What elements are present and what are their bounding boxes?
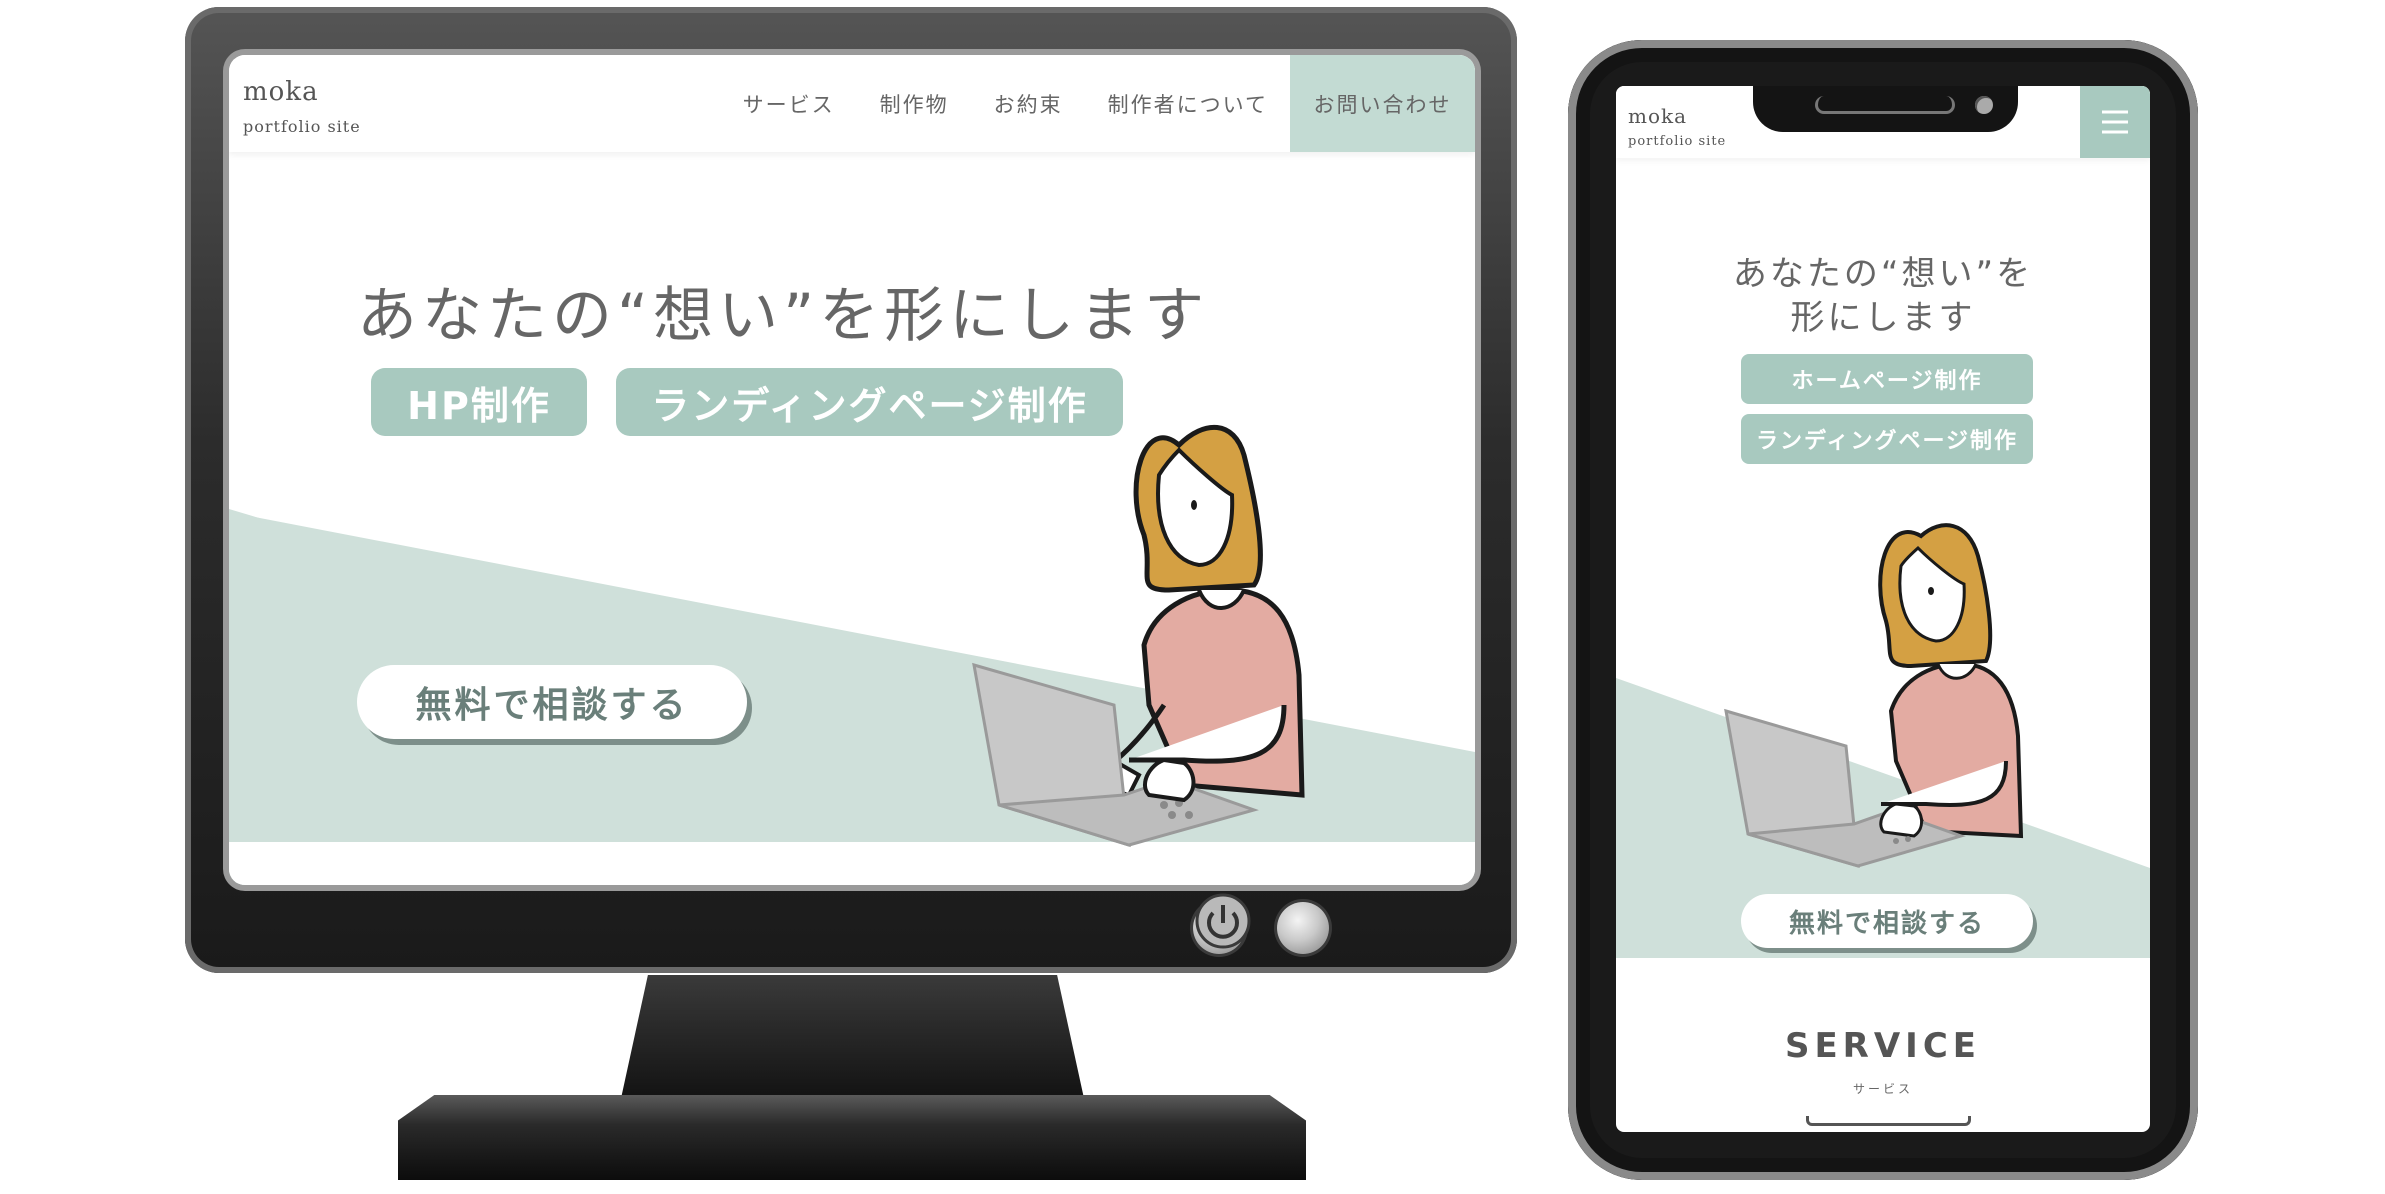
tag-hp: HP制作: [371, 368, 587, 436]
mobile-logo-subtitle: portfolio site: [1628, 134, 1727, 149]
desktop-logo-subtitle: portfolio site: [243, 117, 361, 136]
mobile-woman-laptop-illustration: [1724, 523, 2024, 869]
monitor-stand-neck: [620, 975, 1085, 1103]
nav-item-service[interactable]: サービス: [743, 89, 835, 119]
phone-camera: [1975, 96, 1993, 114]
nav-contact-button[interactable]: お問い合わせ: [1290, 55, 1475, 152]
mobile-headline-line1: あなたの“想い”を: [1732, 254, 2034, 294]
nav-item-about[interactable]: 制作者について: [1108, 89, 1268, 119]
monitor-button-2[interactable]: [1277, 902, 1329, 954]
mobile-section-underline: [1806, 1116, 1971, 1126]
desktop-header: moka portfolio site サービス 制作物 お約束 制作者について…: [229, 55, 1475, 152]
mobile-section-title: SERVICE: [1784, 1026, 1982, 1066]
mobile-section-subtitle: サービス: [1852, 1082, 1913, 1096]
mobile-headline-line2: 形にします: [1790, 298, 1976, 338]
mobile-cta-button[interactable]: 無料で相談する: [1741, 894, 2033, 948]
desktop-logo[interactable]: moka: [243, 77, 319, 107]
mobile-phone: moka portfolio site あなたの“想い”を 形にします ホームペ…: [1568, 40, 2198, 1180]
mobile-tag-landing-page: ランディングページ制作: [1741, 414, 2033, 464]
phone-speaker: [1815, 96, 1955, 114]
mobile-logo[interactable]: moka: [1628, 104, 1687, 128]
mobile-screen: moka portfolio site あなたの“想い”を 形にします ホームペ…: [1616, 86, 2150, 1132]
monitor-stand-base: [398, 1095, 1306, 1180]
power-icon[interactable]: [1195, 893, 1251, 949]
desktop-monitor: moka portfolio site サービス 制作物 お約束 制作者について…: [185, 7, 1517, 973]
hamburger-menu-button[interactable]: [2080, 86, 2150, 158]
desktop-screen: moka portfolio site サービス 制作物 お約束 制作者について…: [229, 55, 1475, 885]
nav-item-promise[interactable]: お約束: [994, 89, 1063, 119]
mobile-tag-homepage: ホームページ制作: [1741, 354, 2033, 404]
hamburger-menu-icon: [2102, 110, 2128, 134]
desktop-headline: あなたの“想い”を形にします: [357, 281, 1210, 351]
desktop-cta-button[interactable]: 無料で相談する: [357, 665, 747, 739]
desktop-woman-laptop-illustration: [972, 424, 1305, 848]
nav-item-works[interactable]: 制作物: [880, 89, 949, 119]
desktop-nav: サービス 制作物 お約束 制作者について お問い合わせ: [743, 55, 1475, 152]
